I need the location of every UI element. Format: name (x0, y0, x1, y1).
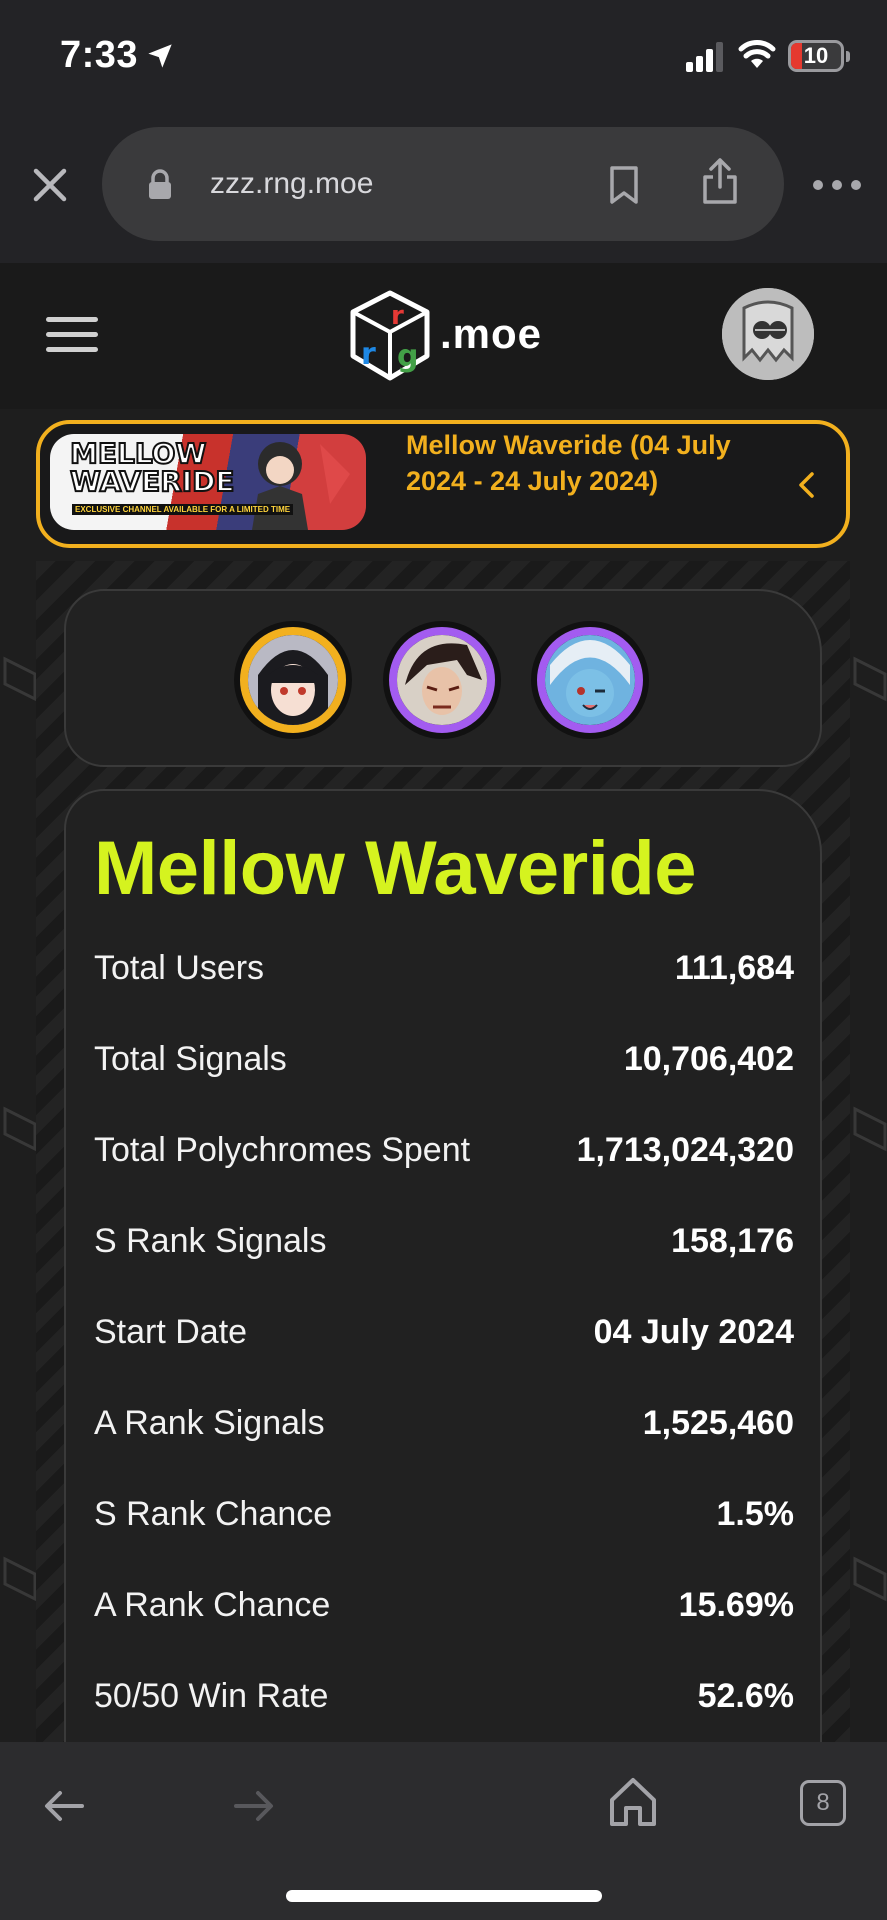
stat-value: 10,706,402 (623, 1040, 794, 1078)
character-ring (389, 627, 495, 733)
character-portrait-2[interactable] (383, 621, 501, 739)
stat-value: 158,176 (671, 1222, 794, 1260)
stat-label: S Rank Chance (94, 1495, 333, 1533)
stat-row-total-users: Total Users 111,684 (94, 939, 794, 999)
banner-image-title-line1: MELLOW (69, 437, 207, 470)
url-text: zzz.rng.moe (210, 167, 374, 200)
background-decor-icon (853, 1106, 887, 1152)
banner-selector[interactable]: MELLOW WAVERIDE EXCLUSIVE CHANNEL AVAILA… (36, 420, 850, 548)
close-icon[interactable] (28, 163, 72, 207)
home-icon[interactable] (608, 1776, 658, 1828)
stat-row-total-signals: Total Signals 10,706,402 (94, 1030, 794, 1090)
stat-label: S Rank Signals (94, 1222, 327, 1260)
site-logo[interactable]: r r g .moe (345, 288, 545, 384)
stat-value: 1.5% (716, 1495, 795, 1533)
svg-text:r: r (391, 301, 404, 331)
site-header: r r g .moe (0, 263, 887, 409)
banner-stats-card: Mellow Waveride Total Users 111,684 Tota… (64, 789, 822, 1742)
browser-toolbar: zzz.rng.moe (0, 115, 887, 263)
stat-row-win-rate: 50/50 Win Rate 52.6% (94, 1667, 794, 1727)
bookmark-icon[interactable] (606, 165, 642, 205)
hamburger-menu-icon[interactable] (46, 315, 98, 355)
cellular-signal-icon (686, 42, 723, 72)
home-indicator (286, 1890, 602, 1902)
svg-text:r: r (361, 337, 376, 372)
stat-value: 52.6% (697, 1677, 794, 1715)
background-decor-icon (3, 1106, 37, 1152)
status-time: 7:33 (60, 34, 139, 76)
stat-label: Total Signals (94, 1040, 287, 1078)
location-arrow-icon (148, 44, 172, 68)
chevron-left-icon[interactable] (792, 468, 820, 502)
character-face-icon (248, 635, 338, 725)
stat-value: 1,713,024,320 (576, 1131, 794, 1169)
stat-row-s-rank-signals: S Rank Signals 158,176 (94, 1212, 794, 1272)
rng-cube-logo-icon: r r g (350, 290, 430, 381)
stat-label: Start Date (94, 1313, 248, 1351)
banner-image-title: MELLOW WAVERIDE (69, 437, 236, 498)
character-face-icon (397, 635, 487, 725)
character-portrait-1[interactable] (234, 621, 352, 739)
banner-image-title-line2: WAVERIDE (69, 465, 236, 498)
browser-bottom-toolbar: 8 (0, 1742, 887, 1920)
wifi-icon (738, 40, 776, 68)
address-bar[interactable]: zzz.rng.moe (102, 127, 784, 241)
stat-label: A Rank Signals (94, 1404, 325, 1442)
character-face-icon (545, 635, 635, 725)
background-decor-icon (3, 656, 37, 702)
bangboo-avatar-icon (722, 288, 814, 380)
share-icon[interactable] (700, 157, 740, 205)
stat-label: 50/50 Win Rate (94, 1677, 329, 1715)
stat-row-s-rank-chance: S Rank Chance 1.5% (94, 1485, 794, 1545)
banner-details-panel: Mellow Waveride Total Users 111,684 Tota… (36, 561, 850, 1742)
background-decor-icon (3, 1556, 37, 1602)
logo-text: .moe (440, 310, 543, 357)
battery-indicator: 10 (788, 40, 844, 72)
background-decor-icon (853, 656, 887, 702)
background-decor-icon (853, 1556, 887, 1602)
featured-characters-card (64, 589, 822, 767)
more-options-icon[interactable] (812, 179, 862, 191)
user-avatar[interactable] (722, 288, 814, 380)
stats-title: Mellow Waveride (94, 826, 697, 911)
banner-image: MELLOW WAVERIDE EXCLUSIVE CHANNEL AVAILA… (50, 434, 366, 530)
stat-label: Total Users (94, 949, 265, 987)
svg-text:g: g (397, 339, 418, 374)
stat-label: A Rank Chance (94, 1586, 331, 1624)
lock-icon (149, 169, 171, 199)
stat-label: Total Polychromes Spent (94, 1131, 471, 1169)
character-ring (240, 627, 346, 733)
battery-cap (846, 51, 850, 62)
stat-value: 1,525,460 (642, 1404, 794, 1442)
battery-percent: 10 (803, 43, 829, 68)
banner-image-subtitle: EXCLUSIVE CHANNEL AVAILABLE FOR A LIMITE… (72, 504, 294, 515)
stat-value: 04 July 2024 (593, 1313, 794, 1351)
tabs-button[interactable]: 8 (800, 1780, 846, 1826)
back-arrow-icon[interactable] (42, 1786, 86, 1826)
status-bar: 7:33 10 (0, 0, 887, 115)
forward-arrow-icon[interactable] (232, 1786, 276, 1826)
main-content: MELLOW WAVERIDE EXCLUSIVE CHANNEL AVAILA… (0, 409, 887, 1742)
character-portrait-3[interactable] (531, 621, 649, 739)
banner-title: Mellow Waveride (04 July 2024 - 24 July … (406, 430, 731, 496)
stat-row-start-date: Start Date 04 July 2024 (94, 1303, 794, 1363)
stat-row-a-rank-chance: A Rank Chance 15.69% (94, 1576, 794, 1636)
character-ring (537, 627, 643, 733)
stat-value: 15.69% (678, 1586, 794, 1624)
stat-value: 111,684 (674, 949, 794, 987)
stat-row-a-rank-signals: A Rank Signals 1,525,460 (94, 1394, 794, 1454)
stat-row-polychromes-spent: Total Polychromes Spent 1,713,024,320 (94, 1121, 794, 1181)
